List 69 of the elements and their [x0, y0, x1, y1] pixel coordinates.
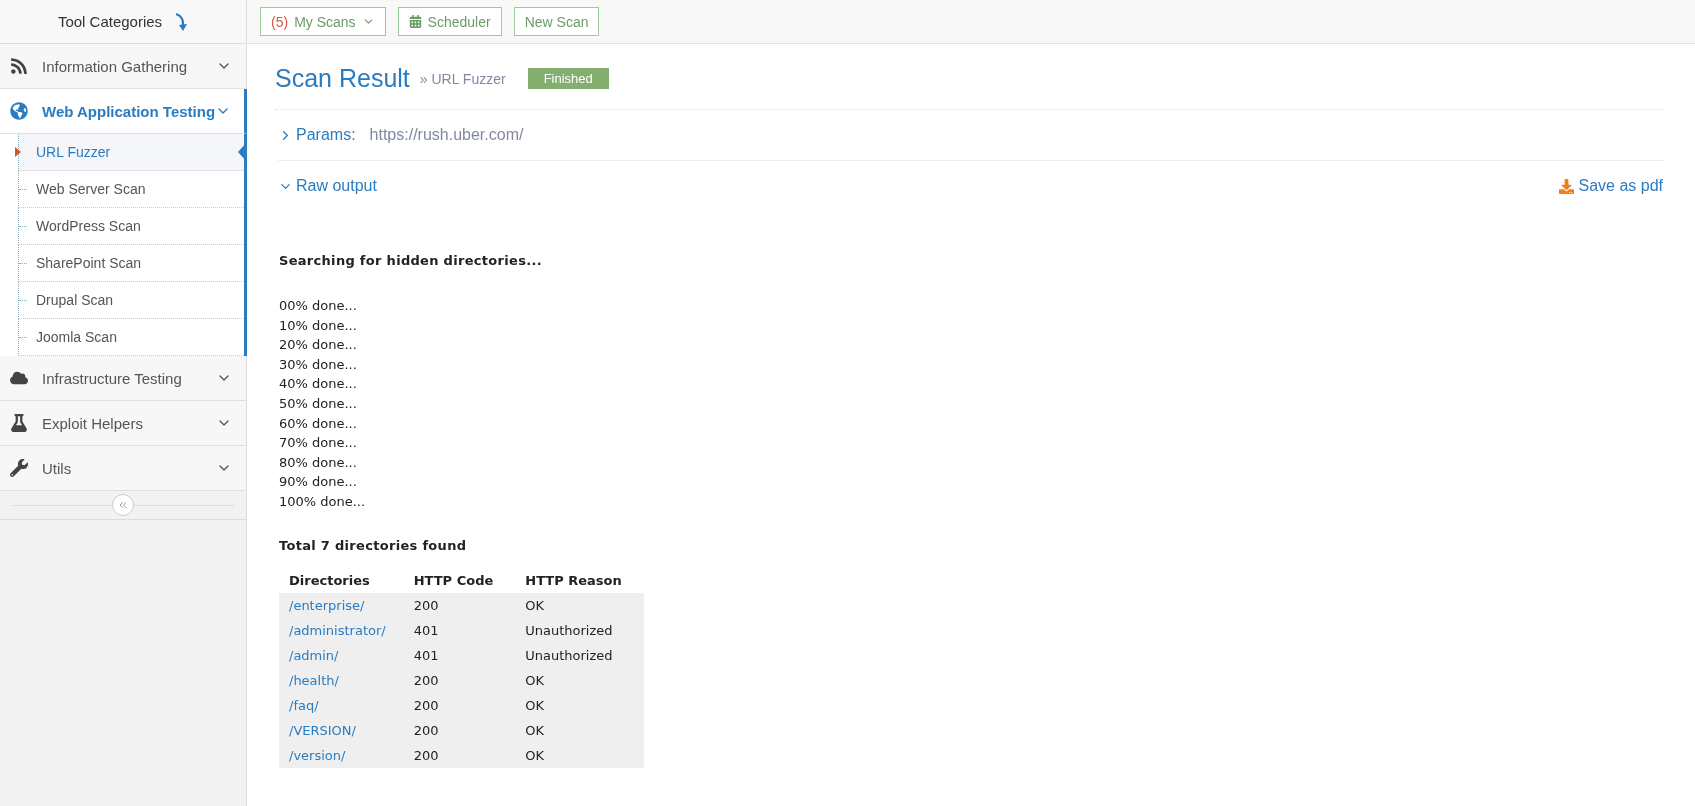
progress-line: 40% done... [279, 375, 358, 394]
flask-icon [10, 414, 28, 432]
directory-link[interactable]: /VERSION/ [279, 717, 404, 743]
tool-item[interactable]: WordPress Scan [18, 208, 244, 245]
output-heading: Searching for hidden directories... [279, 253, 543, 268]
table-cell: 200 [403, 692, 516, 718]
double-chevron-left-icon [117, 499, 129, 511]
raw-output-toggle[interactable]: Raw output [278, 177, 377, 195]
progress-line: 20% done... [279, 336, 358, 355]
curved-arrow-icon [174, 11, 189, 32]
collapse-sidebar-button[interactable] [112, 494, 134, 516]
save-as-pdf-link[interactable]: Save as pdf [1558, 177, 1663, 195]
page-title: Scan Result [275, 64, 410, 93]
directory-link[interactable]: /admin/ [279, 642, 404, 668]
directory-link[interactable]: /health/ [279, 667, 404, 693]
progress-line: 90% done... [279, 473, 358, 492]
params-toggle[interactable]: Params: [278, 126, 356, 144]
table-cell: 401 [403, 617, 516, 643]
column-header: HTTP Reason [515, 566, 644, 593]
output-summary: Total 7 directories found [279, 537, 468, 553]
directory-link[interactable]: /version/ [279, 742, 404, 768]
breadcrumb: » URL Fuzzer [419, 70, 506, 87]
tool-item[interactable]: URL Fuzzer [18, 134, 244, 171]
tool-item[interactable]: Drupal Scan [18, 282, 244, 319]
progress-line: 70% done... [279, 434, 358, 453]
column-header: Directories [279, 566, 404, 593]
table-cell: OK [515, 667, 644, 693]
table-cell: OK [515, 592, 644, 618]
category-item[interactable]: Information Gathering [0, 44, 246, 89]
table-cell: OK [515, 717, 644, 743]
progress-line: 00% done... [279, 297, 358, 315]
table-cell: Unauthorized [515, 617, 644, 643]
new-scan-button[interactable]: New Scan [513, 7, 600, 36]
progress-line: 30% done... [279, 355, 358, 374]
my-scans-button[interactable]: (5) My Scans [260, 7, 386, 36]
table-cell: 200 [403, 742, 516, 768]
directory-link[interactable]: /faq/ [279, 692, 404, 718]
category-item[interactable]: Utils [0, 446, 246, 491]
table-cell: 200 [403, 667, 516, 693]
sidebar-title: Tool Categories [57, 13, 163, 30]
progress-line: 100% done... [279, 492, 367, 511]
category-item[interactable]: Infrastructure Testing [0, 356, 246, 401]
globe-icon [10, 102, 28, 120]
table-cell: Unauthorized [515, 642, 644, 668]
calendar-icon [408, 15, 422, 28]
cloud-icon [10, 369, 28, 387]
scheduler-button[interactable]: Scheduler [397, 7, 502, 36]
directory-link[interactable]: /administrator/ [279, 617, 404, 643]
progress-line: 60% done... [279, 414, 358, 433]
column-header: HTTP Code [403, 566, 516, 593]
params-value: https://rush.uber.com/ [369, 126, 524, 144]
tool-item[interactable]: SharePoint Scan [18, 245, 244, 282]
wrench-icon [10, 459, 28, 477]
table-cell: OK [515, 742, 644, 768]
progress-line: 10% done... [279, 316, 358, 335]
tool-item[interactable]: Web Server Scan [18, 171, 244, 208]
download-icon [1558, 178, 1574, 194]
progress-line: 50% done... [279, 394, 358, 413]
directory-link[interactable]: /enterprise/ [279, 592, 404, 618]
table-cell: OK [515, 692, 644, 718]
tool-item[interactable]: Joomla Scan [18, 319, 244, 356]
table-cell: 200 [403, 592, 516, 618]
rss-icon [10, 57, 28, 75]
table-cell: 200 [403, 717, 516, 743]
progress-line: 80% done... [279, 453, 358, 472]
category-item[interactable]: Web Application Testing [0, 89, 247, 134]
table-cell: 401 [403, 642, 516, 668]
status-badge: Finished [527, 68, 609, 89]
category-item[interactable]: Exploit Helpers [0, 401, 246, 446]
